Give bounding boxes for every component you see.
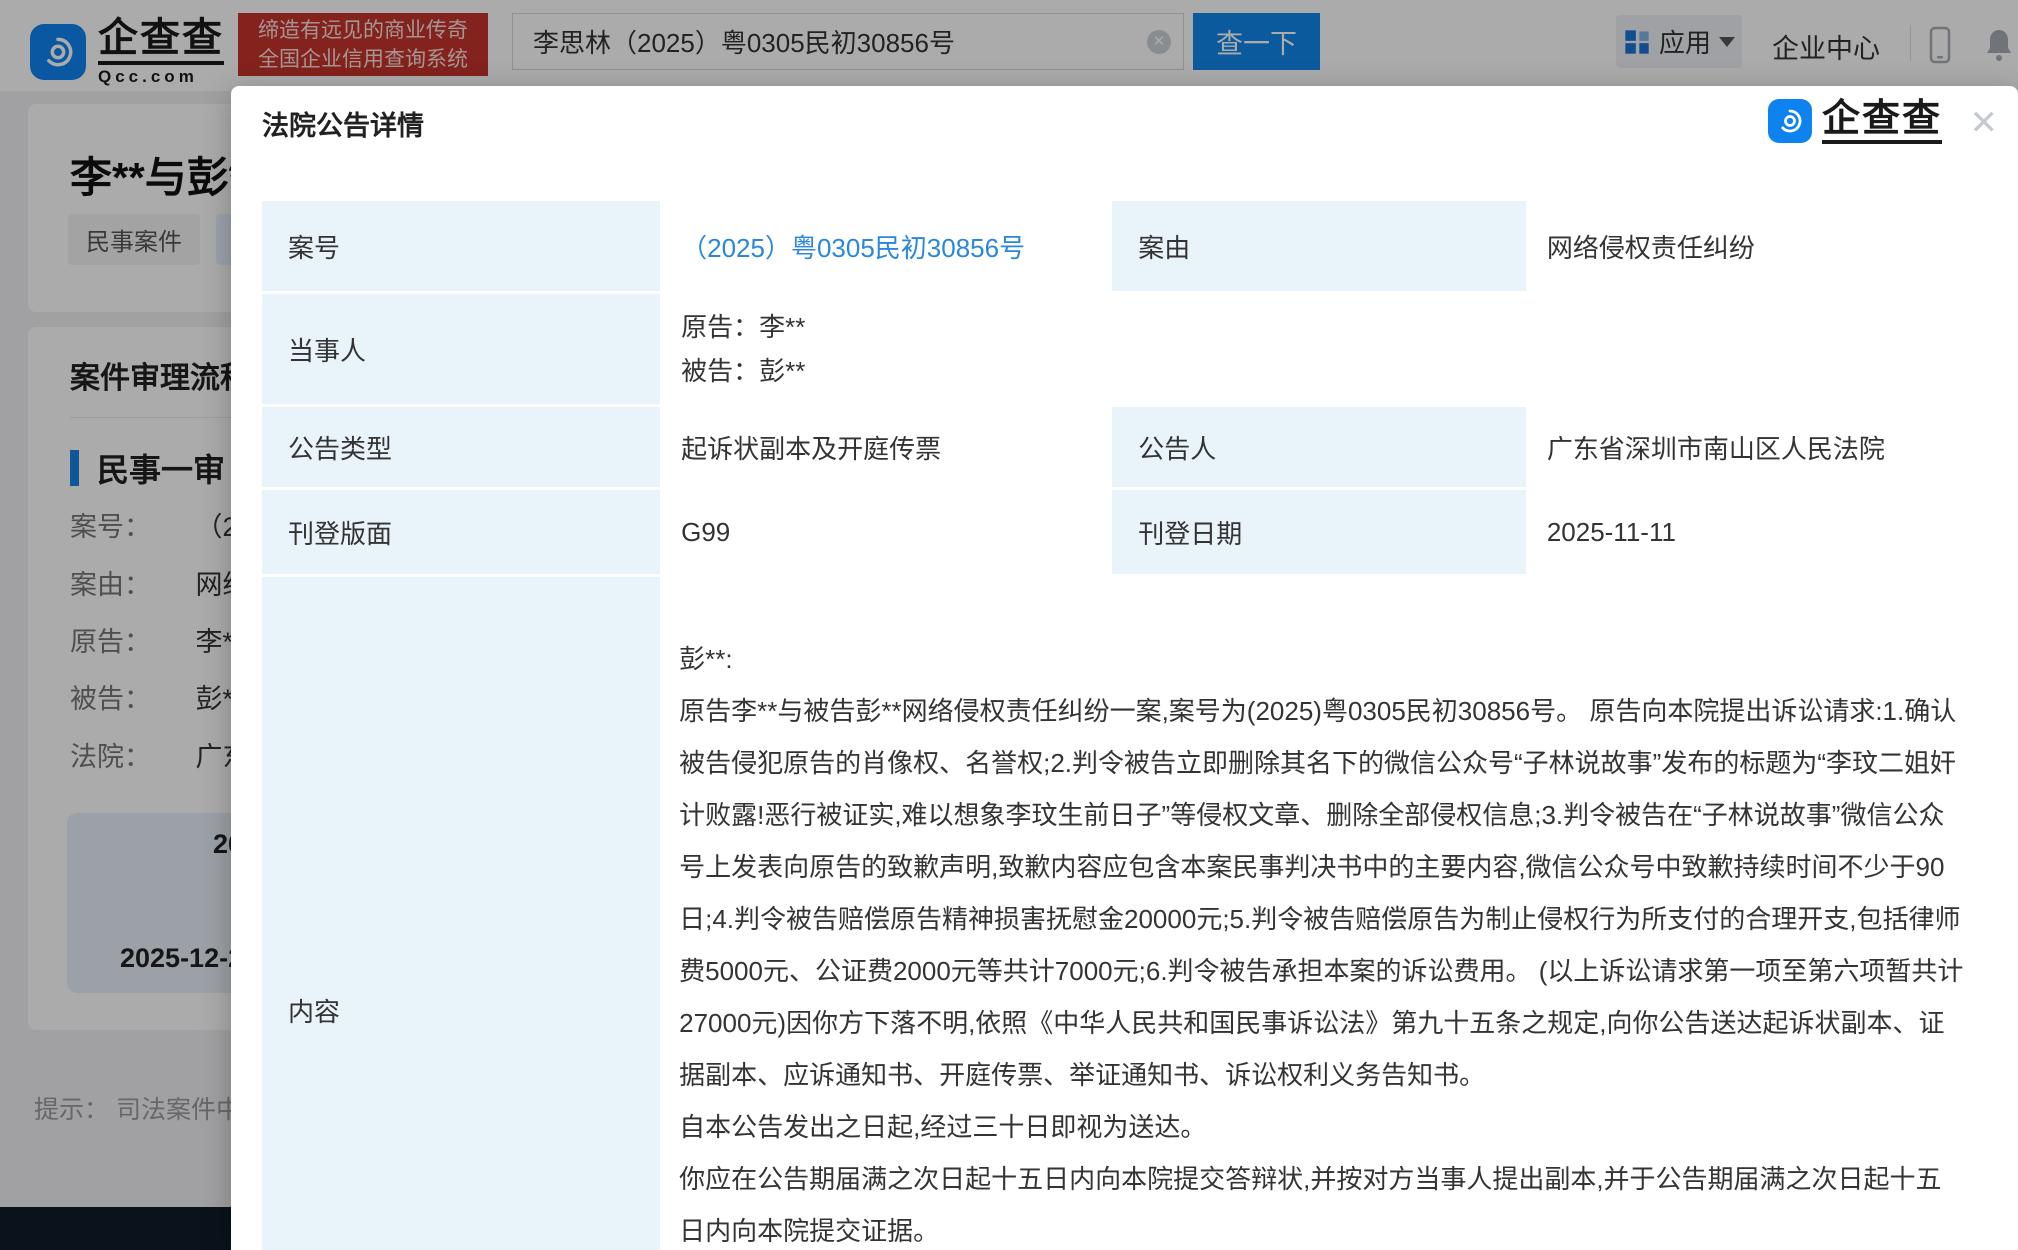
announcer-label: 公告人 xyxy=(1112,407,1526,487)
announcement-detail-table: 案号 （2025）粤0305民初30856号 案由 网络侵权责任纠纷 当事人 原… xyxy=(259,198,1990,1250)
table-row: 当事人 原告：李** 被告：彭** xyxy=(262,294,1987,404)
qcc-brand-cn: 企查查 xyxy=(1822,98,1942,144)
cause-value: 网络侵权责任纠纷 xyxy=(1529,201,1987,291)
content-text: 彭**: 原告李**与被告彭**网络侵权责任纠纷一案,案号为(2025)粤030… xyxy=(663,577,1987,1250)
qcc-logo-icon xyxy=(1768,99,1812,143)
date-label: 刊登日期 xyxy=(1112,490,1526,574)
table-row: 内容 彭**: 原告李**与被告彭**网络侵权责任纠纷一案,案号为(2025)粤… xyxy=(262,577,1987,1250)
case-no-value: （2025）粤0305民初30856号 xyxy=(663,201,1109,291)
announcer-value: 广东省深圳市南山区人民法院 xyxy=(1529,407,1987,487)
modal-qcc-logo: 企查查 xyxy=(1768,98,1942,144)
plaintiff-line: 原告：李** xyxy=(681,305,1987,349)
defendant-line: 被告：彭** xyxy=(681,349,1987,393)
date-value: 2025-11-11 xyxy=(1529,490,1987,574)
table-row: 刊登版面 G99 刊登日期 2025-11-11 xyxy=(262,490,1987,574)
table-row: 案号 （2025）粤0305民初30856号 案由 网络侵权责任纠纷 xyxy=(262,201,1987,291)
content-label: 内容 xyxy=(262,577,660,1250)
court-announcement-modal: 法院公告详情 企查查 ✕ 案号 （2025）粤0305民初30856号 案由 网… xyxy=(231,86,2018,1250)
modal-title: 法院公告详情 xyxy=(262,104,424,143)
case-no-label: 案号 xyxy=(262,201,660,291)
close-icon[interactable]: ✕ xyxy=(1970,106,1999,140)
parties-value: 原告：李** 被告：彭** xyxy=(663,294,1987,404)
page-value: G99 xyxy=(663,490,1109,574)
cause-label: 案由 xyxy=(1112,201,1526,291)
type-label: 公告类型 xyxy=(262,407,660,487)
page-label: 刊登版面 xyxy=(262,490,660,574)
table-row: 公告类型 起诉状副本及开庭传票 公告人 广东省深圳市南山区人民法院 xyxy=(262,407,1987,487)
case-no-link[interactable]: （2025）粤0305民初30856号 xyxy=(681,233,1025,263)
type-value: 起诉状副本及开庭传票 xyxy=(663,407,1109,487)
parties-label: 当事人 xyxy=(262,294,660,404)
